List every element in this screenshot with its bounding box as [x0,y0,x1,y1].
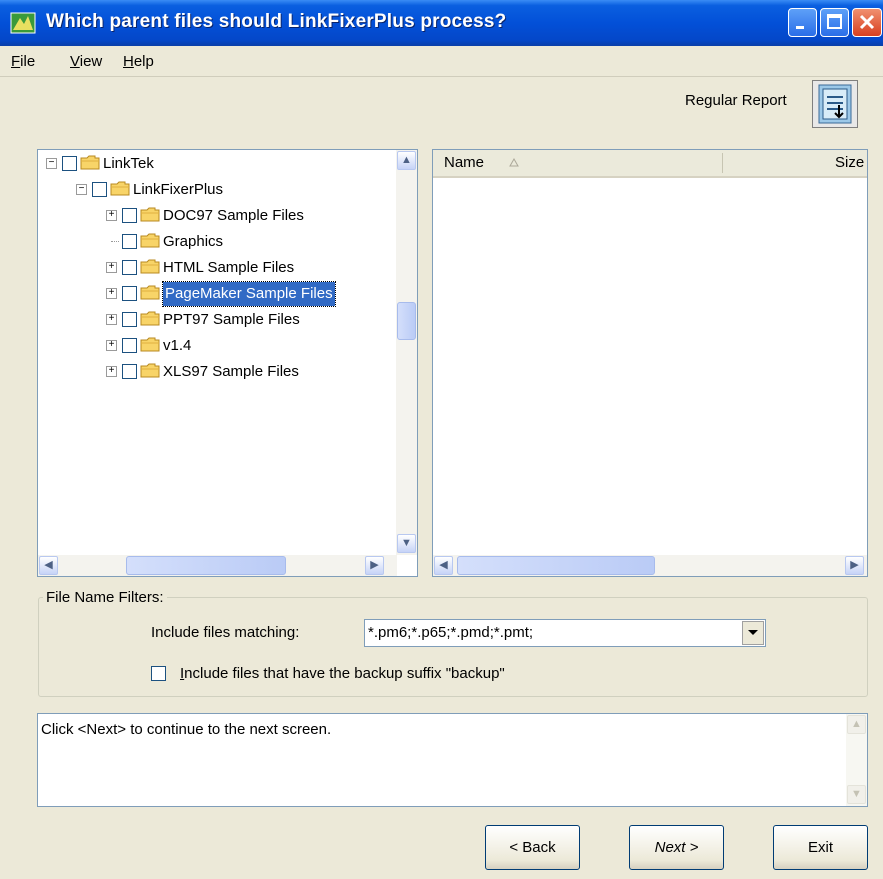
collapse-icon[interactable]: − [76,184,87,195]
info-vertical-scrollbar[interactable]: ▲ ▼ [846,714,867,806]
tree-item-label: PPT97 Sample Files [163,311,300,328]
tree-item[interactable]: + DOC97 Sample Files [38,204,393,228]
scroll-up-icon[interactable]: ▲ [847,715,866,734]
tree-item-label: LinkTek [103,155,154,172]
minimize-icon [796,26,804,29]
include-files-combobox[interactable]: *.pm6;*.p65;*.pmd;*.pmt; [364,619,766,647]
exit-button[interactable]: Exit [773,825,868,870]
file-list[interactable]: Name Size ◀ ▶ [432,149,868,577]
folder-checkbox[interactable] [122,312,137,327]
scroll-down-icon[interactable]: ▼ [847,785,866,804]
folder-checkbox[interactable] [122,208,137,223]
scroll-down-icon[interactable]: ▼ [397,534,416,553]
title-bar: Which parent files should LinkFixerPlus … [0,0,883,46]
tree-item[interactable]: Graphics [38,230,393,254]
scroll-left-icon[interactable]: ◀ [434,556,453,575]
minimize-button[interactable] [788,8,817,37]
folder-icon [140,337,160,352]
menu-view[interactable]: View [70,53,102,70]
menu-help[interactable]: Help [123,53,154,70]
column-size-header[interactable]: Size [835,154,864,171]
tree-vscroll-thumb[interactable] [397,302,416,340]
tree-item-label: v1.4 [163,337,192,354]
expand-icon[interactable]: + [106,210,117,221]
info-text: Click <Next> to continue to the next scr… [41,721,332,738]
tree-item[interactable]: + HTML Sample Files [38,256,393,280]
tree-item[interactable]: − LinkFixerPlus [38,178,393,202]
expand-icon[interactable]: + [106,262,117,273]
folder-tree[interactable]: − LinkTek − LinkFixerPlus + DOC97 Sample File… [37,149,418,577]
tree-hscroll-thumb[interactable] [126,556,286,575]
dropdown-button[interactable] [742,621,764,645]
scroll-right-icon[interactable]: ▶ [365,556,384,575]
close-icon [859,14,875,30]
folder-checkbox[interactable] [122,338,137,353]
tree-item-label: LinkFixerPlus [133,181,224,198]
list-horizontal-scrollbar[interactable]: ◀ ▶ [433,555,867,576]
scroll-up-icon[interactable]: ▲ [397,151,416,170]
tree-item-label: DOC97 Sample Files [163,207,304,224]
collapse-icon[interactable]: − [46,158,57,169]
menu-bar: File View Help [0,46,883,77]
folder-icon [140,233,160,248]
folder-checkbox[interactable] [122,234,137,249]
folder-checkbox[interactable] [122,286,137,301]
close-button[interactable] [852,8,882,37]
tree-item-label: HTML Sample Files [163,259,295,276]
backup-suffix-checkbox[interactable] [151,666,166,681]
scroll-left-icon[interactable]: ◀ [39,556,58,575]
tree-item-label: XLS97 Sample Files [163,363,299,380]
chevron-down-icon [748,630,758,635]
folder-icon [140,285,160,300]
list-header: Name Size [433,150,867,178]
menu-file[interactable]: File [11,53,35,70]
folder-checkbox[interactable] [62,156,77,171]
back-button[interactable]: < Back [485,825,580,870]
file-name-filters-group [38,597,868,697]
folder-icon [80,155,100,170]
tree-vertical-scrollbar[interactable]: ▲ ▼ [396,150,417,555]
tree-item[interactable]: + PageMaker Sample Files [38,281,393,307]
folder-checkbox[interactable] [122,364,137,379]
tree-item[interactable]: + XLS97 Sample Files [38,360,393,384]
tree-item[interactable]: + PPT97 Sample Files [38,308,393,332]
scroll-right-icon[interactable]: ▶ [845,556,864,575]
report-button[interactable] [812,80,858,128]
include-files-value: *.pm6;*.p65;*.pmd;*.pmt; [368,624,534,641]
app-icon [10,12,36,34]
folder-checkbox[interactable] [92,182,107,197]
window-title: Which parent files should LinkFixerPlus … [46,11,507,32]
expand-icon[interactable]: + [106,366,117,377]
maximize-button[interactable] [820,8,849,37]
filters-legend: File Name Filters: [43,589,167,606]
maximize-icon [827,14,842,29]
expand-icon[interactable]: + [106,340,117,351]
include-files-label: Include files matching: [151,624,300,641]
list-hscroll-thumb[interactable] [457,556,655,575]
column-name-header[interactable]: Name [444,154,484,171]
tree-horizontal-scrollbar[interactable]: ◀ ▶ [38,555,397,576]
folder-icon [140,259,160,274]
folder-icon [140,363,160,378]
tree-item-label: Graphics [163,233,224,250]
tree-item-label: PageMaker Sample Files [162,281,336,307]
folder-checkbox[interactable] [122,260,137,275]
backup-suffix-label: Include files that have the backup suffi… [180,665,505,682]
folder-icon [140,311,160,326]
folder-icon [140,207,160,222]
report-icon [818,84,852,124]
expand-icon[interactable]: + [106,314,117,325]
info-textbox[interactable]: Click <Next> to continue to the next scr… [37,713,868,807]
sort-ascending-icon [509,158,519,167]
folder-icon [110,181,130,196]
tree-item[interactable]: − LinkTek [38,152,393,176]
tree-item[interactable]: + v1.4 [38,334,393,358]
expand-icon[interactable]: + [106,288,117,299]
next-button[interactable]: Next > [629,825,724,870]
report-label: Regular Report [685,92,787,109]
